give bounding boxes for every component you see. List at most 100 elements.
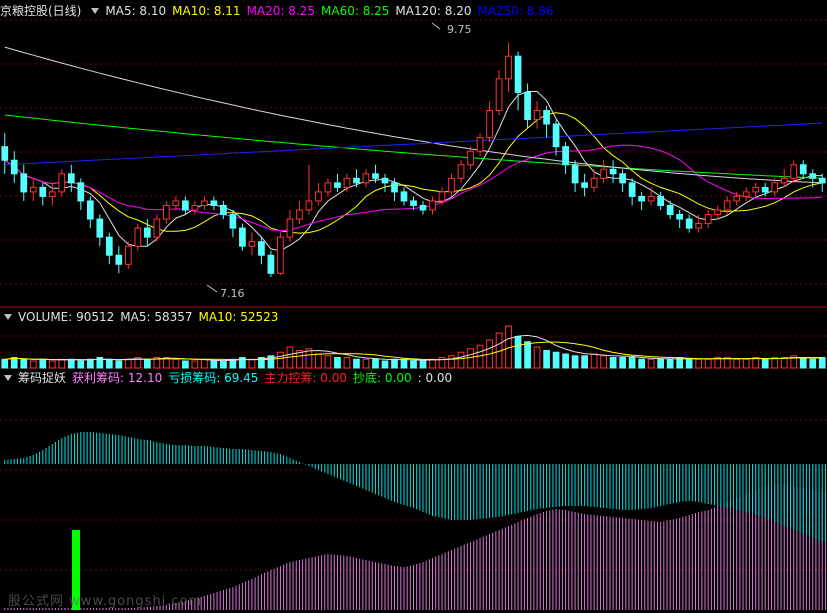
candle-body [733, 195, 741, 202]
volume-bar [628, 357, 636, 369]
candle-body [286, 218, 294, 238]
candle-body [29, 186, 37, 193]
volume-bar [761, 358, 769, 369]
candle-body [809, 173, 817, 179]
volume-bar [86, 358, 94, 369]
candle-body [220, 204, 227, 216]
candle-body [362, 173, 370, 184]
candle-body [229, 214, 237, 229]
volume-bar [457, 351, 465, 369]
volume-bar [619, 357, 626, 369]
indicator-bars [4, 432, 826, 610]
candle-body [638, 195, 645, 202]
candle-body [353, 177, 360, 184]
volume-bar [400, 358, 408, 369]
high-leader [431, 22, 441, 30]
volume-bar [353, 358, 360, 369]
volume-bar [391, 358, 398, 369]
candle-body [134, 227, 142, 247]
volume-bar [799, 357, 807, 369]
candle-body [657, 195, 665, 206]
candle-body [486, 109, 493, 139]
candle-body [267, 254, 275, 274]
stock-chart[interactable]: 9.75 7.16 [0, 0, 827, 613]
candle-body [86, 200, 94, 220]
volume-bar [20, 358, 28, 369]
volume-bar [780, 357, 788, 369]
candle-body [505, 55, 512, 80]
candle-body [105, 236, 113, 256]
candle-body [277, 236, 284, 274]
candle-body [305, 200, 313, 211]
candle-body [77, 182, 85, 202]
candle-body [96, 218, 104, 238]
candle-body [39, 186, 47, 197]
candle-body [771, 182, 779, 193]
candle-body [457, 164, 465, 179]
candle-body [191, 204, 199, 211]
volume-bar [467, 348, 474, 369]
candle-body [448, 177, 455, 193]
candle-body [67, 173, 75, 184]
ma120-line [4, 46, 823, 184]
low-label: 7.16 [220, 287, 245, 300]
volume-bar [191, 360, 199, 369]
candle-body [695, 223, 703, 229]
volume-bar [657, 358, 665, 369]
vol-ma10-line [4, 341, 823, 361]
vol-ma5-line [4, 334, 823, 362]
candle-body [790, 164, 798, 179]
volume-bar [514, 336, 522, 369]
candle-body [818, 177, 826, 184]
candle-body [533, 109, 541, 121]
volume-bar [552, 351, 560, 369]
candle-body [742, 191, 750, 197]
candle-body [495, 78, 503, 111]
volume-bar [77, 360, 85, 369]
candle-body [201, 200, 208, 206]
candle-body [676, 214, 684, 220]
annotations: 9.75 7.16 [206, 22, 472, 300]
volume-bar [562, 353, 569, 369]
volume-bar [685, 358, 693, 369]
candle-body [467, 150, 474, 166]
candle-body [429, 200, 436, 211]
volume-bar [324, 355, 332, 369]
volume-bar [248, 358, 256, 369]
low-leader [206, 284, 218, 293]
candle-body [704, 214, 712, 225]
volume-bar [543, 350, 550, 369]
volume-bar [581, 355, 588, 369]
volume-bar [201, 358, 208, 369]
volume-bar [58, 358, 66, 369]
candle-body [666, 204, 674, 216]
candle-body [400, 191, 408, 202]
candle-body [752, 186, 760, 193]
candle-body [410, 200, 417, 206]
candle-body [162, 204, 170, 220]
volume-bar [571, 355, 579, 369]
candle-body [334, 182, 341, 188]
candle-body [324, 182, 332, 193]
moving-average-lines [4, 46, 823, 252]
volume-bar [334, 357, 341, 369]
volume-bar [809, 358, 817, 369]
candle-body [476, 137, 484, 152]
candle-body [315, 191, 322, 202]
candle-body [58, 173, 66, 193]
volume-bar [1, 358, 9, 369]
volume-bar [524, 341, 531, 369]
candle-body [239, 227, 246, 247]
candle-body [761, 186, 769, 193]
candle-body [124, 245, 132, 265]
candle-body [780, 177, 788, 184]
volume-bar [210, 360, 218, 369]
volume-bar [695, 358, 703, 369]
volume-bar [381, 360, 389, 369]
volume-bar [647, 358, 655, 369]
volume-bar [448, 355, 455, 369]
candle-body [543, 109, 550, 125]
candle-body [571, 164, 579, 184]
candle-body [628, 182, 636, 197]
volume-bar [105, 358, 113, 369]
